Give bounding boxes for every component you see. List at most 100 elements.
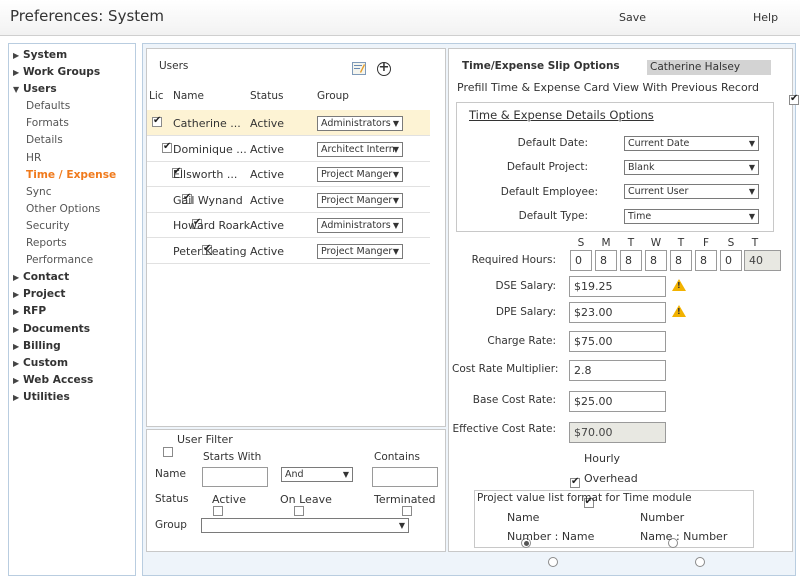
format-number-label: Number: [640, 511, 685, 524]
user-name: Howard Roark: [173, 219, 251, 232]
and-or-value: And: [285, 469, 304, 480]
prefill-checkbox[interactable]: [789, 93, 799, 105]
edit-user-icon[interactable]: [352, 62, 366, 75]
cost-multiplier-input[interactable]: 2.8: [569, 360, 666, 381]
default-project-select[interactable]: Blank ▼: [624, 160, 759, 175]
sidebar-item-label: HR: [26, 151, 42, 164]
active-checkbox[interactable]: [212, 506, 223, 516]
format-name-number-label: Name : Number: [640, 530, 728, 543]
triangle-right-icon: ▶: [13, 341, 20, 351]
user-group-select[interactable]: Project Manger ▼: [317, 167, 403, 182]
and-or-select[interactable]: And ▼: [281, 467, 353, 482]
format-number-name-radio[interactable]: [548, 557, 558, 567]
hourly-checkbox[interactable]: [570, 476, 580, 488]
sidebar-item[interactable]: Security: [9, 218, 135, 235]
triangle-right-icon: ▶: [13, 358, 20, 368]
col-status[interactable]: Status: [250, 90, 283, 102]
sidebar-item[interactable]: ▶ Utilities: [9, 389, 135, 406]
filter-panel: [146, 429, 446, 552]
base-cost-input[interactable]: $25.00: [569, 391, 666, 412]
col-group[interactable]: Group: [317, 90, 349, 102]
sidebar-item[interactable]: HR: [9, 150, 135, 167]
sidebar-item-label: Billing: [23, 339, 61, 352]
on-leave-checkbox[interactable]: [294, 506, 304, 516]
user-group-select[interactable]: Architect Intern ▼: [317, 142, 403, 157]
save-button[interactable]: Save: [619, 11, 646, 24]
sidebar-item[interactable]: Sync: [9, 184, 135, 201]
default-date-value: Current Date: [628, 138, 690, 149]
starts-with-label: Starts With: [203, 451, 262, 463]
default-employee-select[interactable]: Current User ▼: [624, 184, 759, 199]
user-name: Gail Wynand: [173, 194, 243, 207]
sidebar-item-label: Defaults: [26, 100, 71, 113]
add-user-icon[interactable]: +: [377, 61, 391, 76]
triangle-right-icon: ▶: [13, 51, 20, 60]
day-hours-input[interactable]: 8: [645, 250, 667, 271]
default-date-select[interactable]: Current Date ▼: [624, 136, 759, 151]
dse-warning-icon[interactable]: !: [672, 279, 686, 291]
sidebar-item[interactable]: ▶ System: [9, 47, 135, 64]
page-title: Preferences: System: [10, 7, 164, 25]
starts-with-input[interactable]: [202, 467, 268, 487]
slip-options-title: Time/Expense Slip Options: [462, 60, 620, 72]
sidebar-item-label: RFP: [23, 305, 47, 318]
sidebar-item[interactable]: ▶ Custom: [9, 355, 135, 372]
sidebar-item[interactable]: Formats: [9, 115, 135, 132]
sidebar-item[interactable]: Other Options: [9, 201, 135, 218]
sidebar-item[interactable]: Reports: [9, 235, 135, 252]
charge-rate-input[interactable]: $75.00: [569, 331, 666, 352]
group-select[interactable]: ▼: [201, 518, 409, 533]
triangle-right-icon: ▶: [13, 307, 20, 317]
sidebar-item[interactable]: ▶ Documents: [9, 321, 135, 338]
col-name[interactable]: Name: [173, 90, 204, 102]
day-hours-input[interactable]: 8: [620, 250, 642, 271]
sidebar-item[interactable]: Time / Expense: [9, 167, 135, 184]
default-type-select[interactable]: Time ▼: [624, 209, 759, 224]
sidebar-item[interactable]: ▼ Users: [9, 81, 135, 98]
license-checkbox[interactable]: [152, 115, 162, 127]
terminated-checkbox[interactable]: [401, 506, 412, 516]
user-status: Active: [250, 245, 285, 258]
prefill-label: Prefill Time & Expense Card View With Pr…: [457, 81, 759, 94]
day-hours-input[interactable]: 0: [720, 250, 742, 271]
triangle-right-icon: ▶: [13, 324, 20, 334]
contains-input[interactable]: [372, 467, 438, 487]
sidebar-item[interactable]: Performance: [9, 252, 135, 269]
sidebar-item-label: Time / Expense: [26, 168, 117, 181]
day-hours-input[interactable]: 8: [695, 250, 717, 271]
user-filter-checkbox[interactable]: [163, 447, 173, 457]
sidebar: ▶ System ▶ Work Groups ▼ Users Defaults Formats…: [8, 43, 136, 576]
sidebar-item[interactable]: ▶ Billing: [9, 338, 135, 355]
cost-multiplier-label: Cost Rate Multiplier:: [452, 363, 559, 375]
base-cost-label: Base Cost Rate:: [472, 394, 556, 406]
users-title: Users: [159, 60, 189, 72]
day-hours-input[interactable]: 8: [595, 250, 617, 271]
terminated-label: Terminated: [374, 493, 436, 506]
user-group-select[interactable]: Project Manger ▼: [317, 244, 403, 259]
sidebar-item[interactable]: ▶ Project: [9, 286, 135, 303]
dpe-warning-icon[interactable]: !: [672, 305, 686, 317]
sidebar-item[interactable]: Details: [9, 132, 135, 149]
license-checkbox[interactable]: [162, 141, 172, 153]
sidebar-item[interactable]: Defaults: [9, 98, 135, 115]
day-hours-input[interactable]: 8: [670, 250, 692, 271]
help-button[interactable]: Help: [753, 11, 778, 24]
default-type-value: Time: [628, 211, 652, 222]
format-name-number-radio[interactable]: [694, 557, 705, 567]
user-status: Active: [250, 194, 285, 207]
sidebar-item[interactable]: ▶ Web Access: [9, 372, 135, 389]
default-project-label: Default Project:: [506, 161, 588, 173]
user-group-select[interactable]: Project Manger ▼: [317, 193, 403, 208]
user-name: Peter Keating: [173, 245, 247, 258]
dse-salary-input[interactable]: $19.25: [569, 276, 666, 297]
sidebar-item-label: System: [23, 49, 68, 61]
overhead-label: Overhead: [584, 472, 638, 485]
sidebar-item[interactable]: ▶ Contact: [9, 269, 135, 286]
sidebar-item[interactable]: ▶ RFP: [9, 303, 135, 320]
day-hours-input[interactable]: 0: [570, 250, 592, 271]
sidebar-item[interactable]: ▶ Work Groups: [9, 64, 135, 81]
user-group-select[interactable]: Administrators ▼: [317, 116, 403, 131]
chevron-down-icon: ▼: [392, 170, 399, 179]
dpe-salary-input[interactable]: $23.00: [569, 302, 666, 323]
user-group-select[interactable]: Administrators ▼: [317, 218, 403, 233]
